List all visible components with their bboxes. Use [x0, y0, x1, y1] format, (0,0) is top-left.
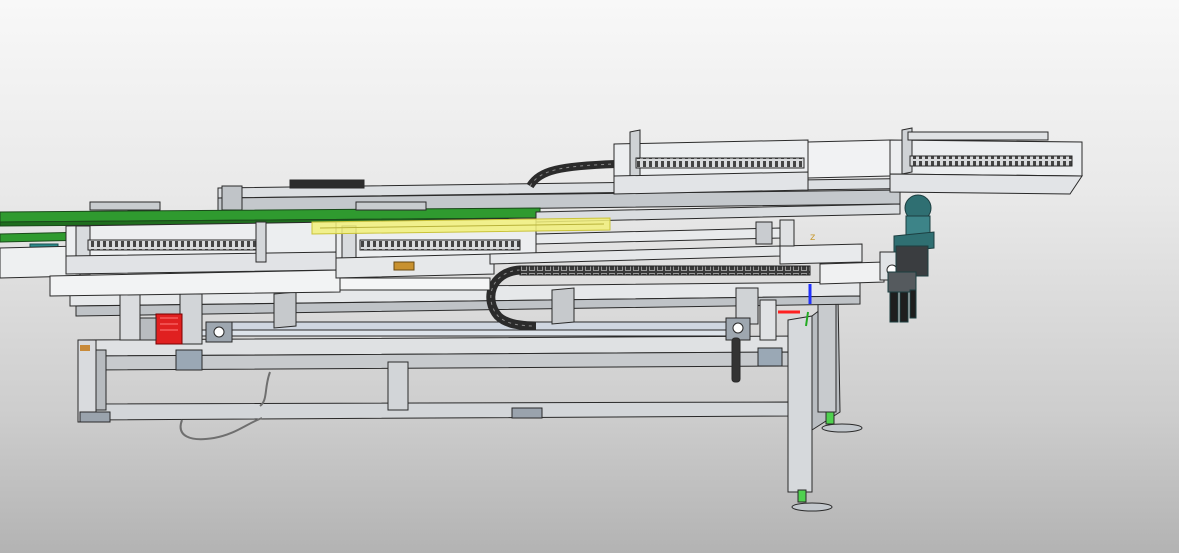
- red-motor[interactable]: [139, 313, 183, 345]
- hose: [179, 417, 263, 441]
- clamp-handle[interactable]: [731, 337, 741, 383]
- cad-viewport[interactable]: z: [0, 0, 1179, 553]
- hose-2: [259, 371, 271, 407]
- rear-conveyor-upper-right[interactable]: [889, 127, 1083, 195]
- rear-leveling-foot[interactable]: [821, 411, 863, 433]
- front-leveling-foot[interactable]: [791, 489, 833, 512]
- cad-model-canvas[interactable]: z: [0, 0, 1179, 553]
- svg-text:z: z: [810, 232, 815, 243]
